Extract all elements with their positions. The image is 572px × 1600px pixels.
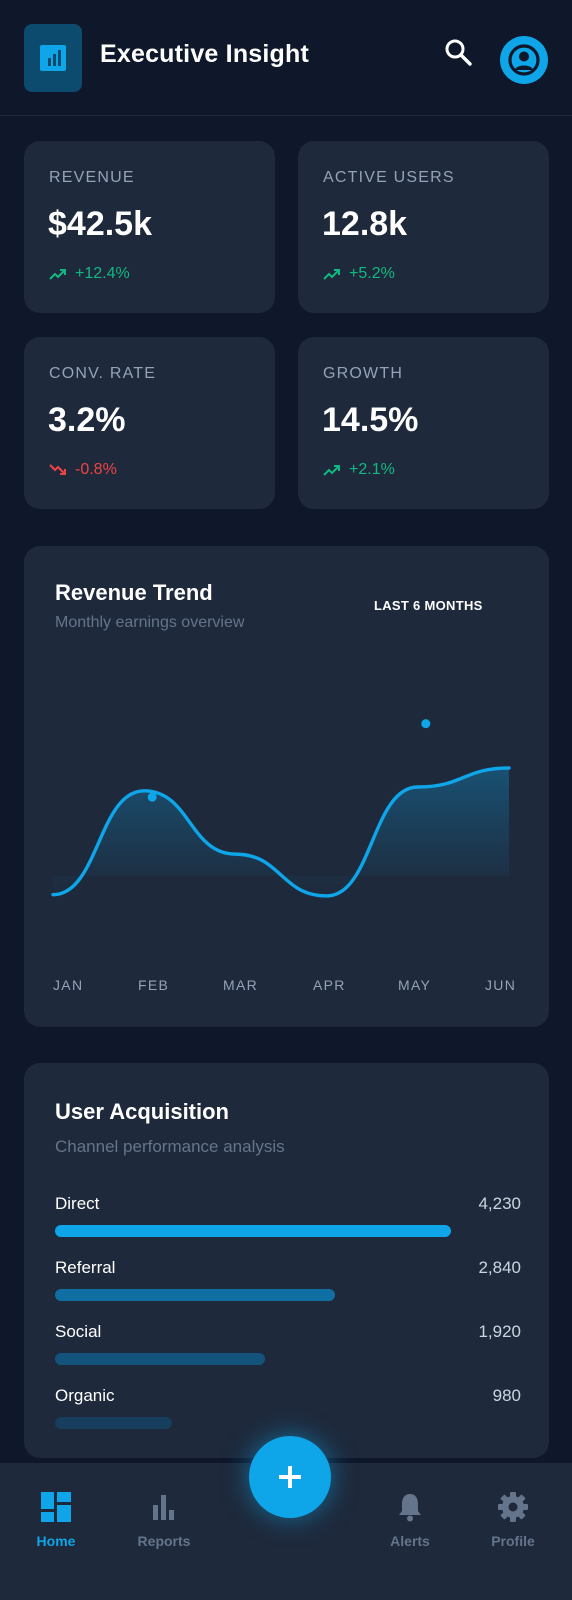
stat-delta-value: -0.8% (75, 461, 117, 478)
x-axis-label: MAR (223, 977, 259, 993)
trending-up-icon (323, 269, 340, 280)
stat-label: CONV. RATE (49, 365, 157, 382)
stat-delta-value: +2.1% (349, 461, 395, 478)
channel-row-direct[interactable]: Direct 4,230 (55, 1194, 521, 1244)
channel-bar-fill (55, 1417, 172, 1429)
nav-label: Home (36, 1533, 76, 1549)
search-button[interactable] (444, 38, 474, 68)
bell-icon (399, 1494, 421, 1522)
channel-bar-track (55, 1225, 521, 1237)
channel-bar-track (55, 1417, 521, 1429)
logo (24, 24, 82, 92)
trending-up-icon (323, 465, 340, 476)
stat-delta-value: +5.2% (349, 265, 395, 282)
stat-value: 14.5% (322, 401, 419, 439)
acquisition-subtitle: Channel performance analysis (55, 1137, 285, 1156)
stat-label: REVENUE (49, 169, 135, 186)
profile-avatar-button[interactable] (500, 36, 548, 84)
user-circle-icon (508, 44, 540, 76)
channel-bar-fill (55, 1353, 265, 1365)
revenue-trend-card: Revenue Trend Monthly earnings overview … (24, 546, 549, 1027)
app-header: Executive Insight (0, 0, 572, 116)
channel-name: Organic (55, 1386, 115, 1405)
stat-delta: +12.4% (49, 265, 130, 283)
stat-delta-value: +12.4% (75, 265, 130, 282)
stat-value: 3.2% (48, 401, 126, 439)
app-title: Executive Insight (100, 40, 310, 68)
user-acquisition-card: User Acquisition Channel performance ana… (24, 1063, 549, 1458)
channel-value: 2,840 (478, 1258, 521, 1277)
nav-item-home[interactable]: Home (16, 1491, 96, 1549)
data-point-may[interactable] (421, 719, 431, 729)
trending-down-icon (49, 464, 66, 475)
dashboard-icon (41, 1492, 71, 1522)
channel-bar-track (55, 1289, 521, 1301)
stat-label: ACTIVE USERS (323, 169, 455, 186)
x-axis-label: APR (313, 977, 346, 993)
nav-label: Reports (137, 1533, 191, 1549)
channel-bar-fill (55, 1289, 335, 1301)
acquisition-title: User Acquisition (55, 1099, 229, 1124)
channel-row-referral[interactable]: Referral 2,840 (55, 1258, 521, 1308)
x-axis-label: JAN (53, 977, 84, 993)
stat-delta: -0.8% (49, 461, 117, 479)
bar-chart-icon (153, 1495, 174, 1520)
stat-value: $42.5k (48, 205, 152, 243)
channel-value: 4,230 (478, 1194, 521, 1213)
stat-card-revenue[interactable]: REVENUE $42.5k +12.4% (24, 141, 275, 313)
x-axis-label: FEB (138, 977, 170, 993)
channel-row-social[interactable]: Social 1,920 (55, 1322, 521, 1372)
channel-bar-track (55, 1353, 521, 1365)
channel-name: Social (55, 1322, 102, 1341)
stat-label: GROWTH (323, 365, 404, 382)
x-axis-label: MAY (398, 977, 432, 993)
stat-delta: +5.2% (323, 265, 395, 283)
plus-icon (279, 1466, 301, 1488)
channel-name: Referral (55, 1258, 116, 1277)
nav-label: Alerts (390, 1533, 430, 1549)
stat-delta: +2.1% (323, 461, 395, 479)
stat-card-growth[interactable]: GROWTH 14.5% +2.1% (298, 337, 549, 509)
search-icon (445, 39, 472, 66)
channel-row-organic[interactable]: Organic 980 (55, 1386, 521, 1436)
data-point-feb[interactable] (147, 792, 157, 802)
nav-label: Profile (491, 1533, 535, 1549)
x-axis-label: JUN (485, 977, 517, 993)
add-button[interactable] (249, 1436, 331, 1518)
stat-card-active-users[interactable]: ACTIVE USERS 12.8k +5.2% (298, 141, 549, 313)
channel-bar-fill (55, 1225, 452, 1237)
bar-chart-icon (40, 45, 66, 71)
stat-value: 12.8k (322, 205, 408, 243)
nav-item-alerts[interactable]: Alerts (370, 1491, 450, 1549)
channel-value: 1,920 (478, 1322, 521, 1341)
trending-up-icon (49, 269, 66, 280)
stat-card-conv-rate[interactable]: CONV. RATE 3.2% -0.8% (24, 337, 275, 509)
nav-item-profile[interactable]: Profile (473, 1491, 553, 1549)
channel-value: 980 (492, 1386, 521, 1405)
channel-name: Direct (55, 1194, 100, 1213)
nav-item-reports[interactable]: Reports (124, 1491, 204, 1549)
revenue-trend-chart (51, 719, 511, 898)
gear-icon (498, 1492, 528, 1522)
